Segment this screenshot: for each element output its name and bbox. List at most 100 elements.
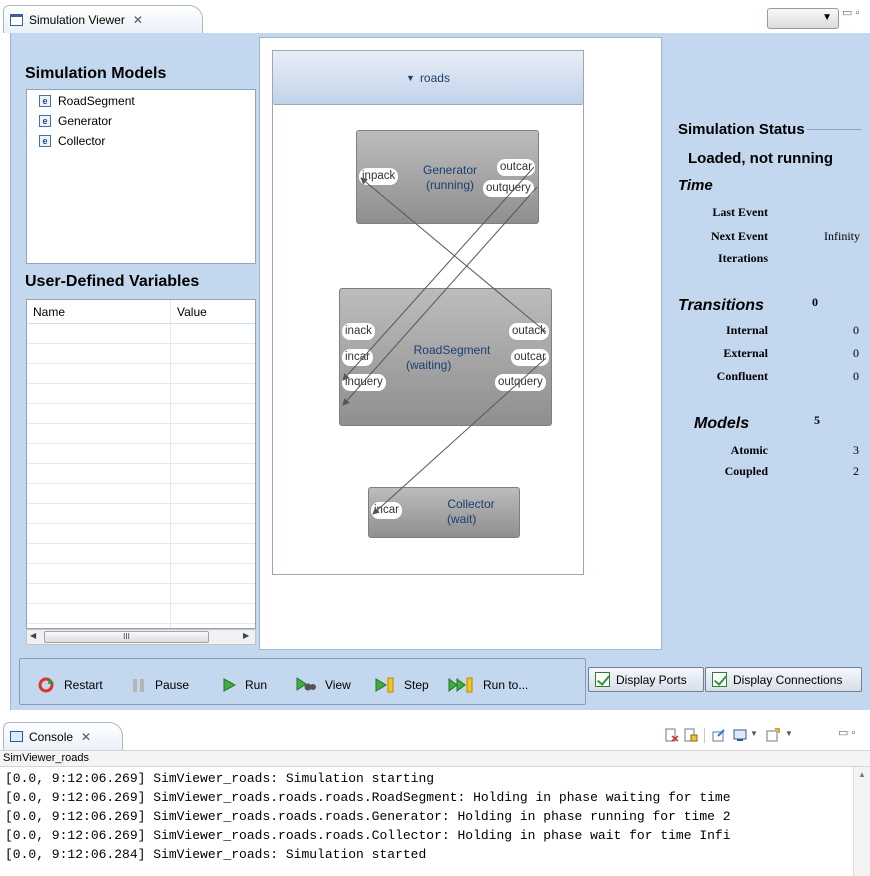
element-icon: e — [39, 95, 51, 107]
display-ports-toggle[interactable]: Display Ports — [588, 667, 704, 692]
minimize-maximize-icon[interactable]: ▭▫ — [838, 726, 858, 739]
element-icon: e — [39, 115, 51, 127]
simulation-status-panel: Simulation Status Loaded, not running Ti… — [662, 33, 870, 650]
model-item-generator[interactable]: e Generator — [39, 112, 112, 130]
column-header-name[interactable]: Name — [33, 305, 65, 319]
next-event-value: Infinity — [824, 229, 860, 243]
close-icon[interactable]: ✕ — [133, 13, 143, 27]
last-event-label: Last Event — [712, 205, 768, 219]
open-console-icon[interactable] — [766, 728, 780, 742]
checkbox-checked-icon — [712, 672, 727, 687]
models-total: 5 — [814, 413, 820, 427]
time-header: Time — [678, 177, 713, 194]
variables-table: Name Value — [26, 299, 256, 629]
toolbar-separator — [704, 728, 705, 743]
scroll-thumb[interactable]: III — [44, 631, 209, 643]
display-console-icon[interactable] — [733, 728, 747, 742]
display-ports-label: Display Ports — [616, 672, 687, 687]
column-header-value[interactable]: Value — [177, 305, 207, 319]
simulation-models-title: Simulation Models — [25, 65, 167, 82]
close-icon[interactable]: ✕ — [81, 730, 91, 744]
pin-console-icon[interactable] — [712, 728, 726, 742]
scroll-right-icon[interactable]: ▶ — [243, 631, 249, 640]
model-item-collector[interactable]: e Collector — [39, 132, 105, 150]
view-label: View — [325, 678, 351, 692]
element-icon: e — [39, 135, 51, 147]
connection-lines — [342, 166, 547, 515]
run-to-label: Run to... — [483, 678, 529, 692]
model-label: Collector — [58, 134, 106, 148]
horizontal-scrollbar[interactable]: ◀ III ▶ — [26, 629, 256, 645]
chevron-down-icon[interactable]: ▼ — [785, 729, 793, 738]
status-state: Loaded, not running — [688, 150, 833, 167]
model-canvas: ▼ roads Generator (running) inpack outca… — [259, 37, 662, 650]
scroll-left-icon[interactable]: ◀ — [30, 631, 36, 640]
coupled-model-roads: ▼ roads Generator (running) inpack outca… — [272, 50, 584, 575]
step-icon — [375, 677, 394, 693]
clear-console-icon[interactable] — [665, 728, 679, 742]
console-name: SimViewer_roads — [0, 750, 870, 767]
connection-generator-outcar-to-roadsegment-incar — [342, 166, 535, 381]
run-to-button[interactable]: Run to... — [448, 677, 528, 693]
internal-value: 0 — [853, 323, 859, 337]
play-icon — [223, 678, 236, 692]
scroll-up-icon[interactable]: ▲ — [858, 770, 866, 779]
console-line: [0.0, 9:12:06.269] SimViewer_roads.roads… — [5, 809, 731, 824]
atomic-label: Atomic — [730, 443, 768, 457]
restart-button[interactable]: Restart — [37, 677, 103, 693]
simulation-controls: Restart Pause Run View Step Run to... Di… — [10, 650, 870, 710]
model-item-roadsegment[interactable]: e RoadSegment — [39, 92, 135, 110]
chevron-down-icon[interactable]: ▼ — [750, 729, 758, 738]
pause-button[interactable]: Pause — [132, 677, 189, 693]
external-label: External — [723, 346, 768, 360]
confluent-value: 0 — [853, 369, 859, 383]
console-line: [0.0, 9:12:06.269] SimViewer_roads.roads… — [5, 790, 731, 805]
run-to-icon — [448, 677, 473, 693]
scroll-lock-icon[interactable] — [684, 728, 698, 742]
console-line: [0.0, 9:12:06.284] SimViewer_roads: Simu… — [5, 847, 427, 862]
step-button[interactable]: Step — [375, 677, 429, 693]
table-rows — [27, 324, 255, 628]
restart-icon — [38, 677, 54, 693]
checkbox-checked-icon — [595, 672, 610, 687]
atomic-value: 3 — [853, 443, 859, 457]
internal-label: Internal — [726, 323, 768, 337]
status-title: Simulation Status — [678, 121, 807, 138]
external-value: 0 — [853, 346, 859, 360]
next-event-label: Next Event — [711, 229, 768, 243]
tab-console[interactable]: Console ✕ — [3, 722, 123, 750]
display-connections-label: Display Connections — [733, 672, 843, 687]
view-menu-dropdown[interactable]: ▼ — [767, 8, 839, 29]
left-panel: Simulation Models e RoadSegment e Genera… — [11, 33, 259, 650]
console-line: [0.0, 9:12:06.269] SimViewer_roads: Simu… — [5, 771, 435, 786]
transitions-header: Transitions — [678, 297, 764, 314]
models-header: Models — [694, 415, 750, 432]
run-label: Run — [245, 678, 268, 692]
confluent-label: Confluent — [716, 369, 768, 383]
connection-generator-outquery-to-roadsegment-inquery — [342, 186, 538, 406]
models-list: e RoadSegment e Generator e Collector — [26, 89, 256, 264]
tab-simulation-viewer[interactable]: Simulation Viewer ✕ — [3, 5, 203, 33]
display-connections-toggle[interactable]: Display Connections — [705, 667, 862, 692]
view-tab-bar: Simulation Viewer ✕ ▼ ▭▫ — [0, 0, 870, 33]
minimize-maximize-icon[interactable]: ▭▫ — [842, 6, 862, 19]
column-divider — [170, 300, 171, 628]
model-label: RoadSegment — [58, 94, 135, 108]
console-icon — [10, 731, 23, 742]
table-header: Name Value — [27, 300, 255, 324]
coupled-label: Coupled — [724, 464, 768, 478]
step-label: Step — [404, 678, 429, 692]
iterations-label: Iterations — [718, 251, 768, 265]
pause-label: Pause — [155, 678, 190, 692]
pause-icon — [133, 678, 144, 692]
model-label: Generator — [58, 114, 113, 128]
chevron-down-icon: ▼ — [822, 12, 832, 23]
restart-label: Restart — [64, 678, 103, 692]
view-button[interactable]: View — [296, 677, 351, 693]
console-output[interactable]: [0.0, 9:12:06.269] SimViewer_roads: Simu… — [0, 767, 870, 876]
tab-title: Simulation Viewer — [29, 12, 125, 27]
transitions-total: 0 — [812, 295, 818, 309]
vertical-scrollbar[interactable]: ▲ — [853, 767, 870, 876]
run-button[interactable]: Run — [222, 677, 267, 693]
view-icon — [296, 677, 316, 691]
